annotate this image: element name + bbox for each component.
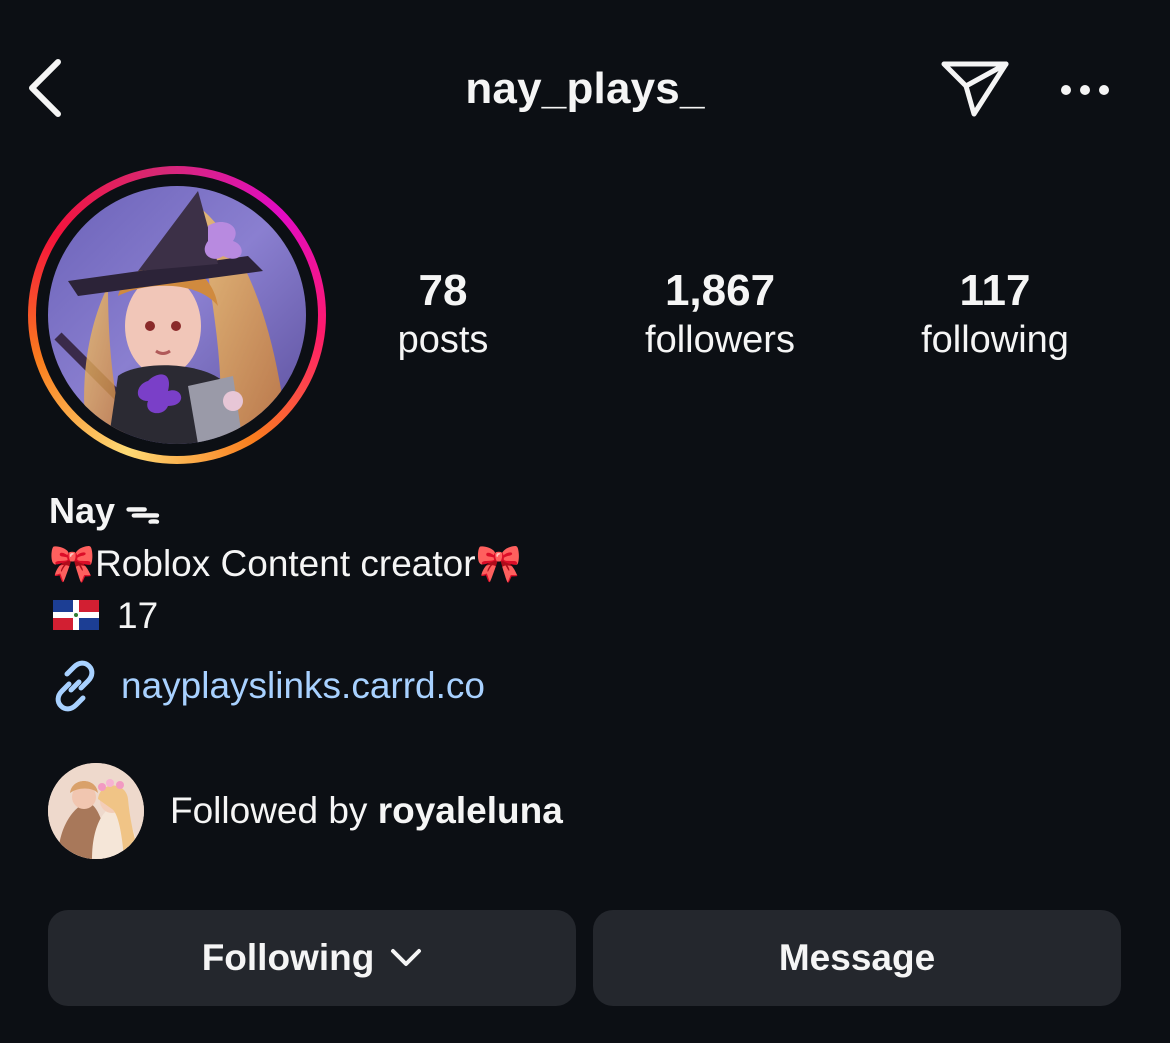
followers-count: 1,867 <box>664 266 776 315</box>
followers-count-stat[interactable]: 1,867 followers <box>620 268 820 366</box>
bio-line-1: 🎀Roblox Content creator🎀 <box>49 543 522 584</box>
share-button[interactable] <box>938 56 1012 122</box>
link-icon <box>55 660 95 712</box>
followed-by-text: Followed by royaleluna <box>170 790 563 832</box>
more-options-button[interactable] <box>1056 70 1116 110</box>
profile-avatar-story-ring[interactable] <box>28 166 326 464</box>
bio-line-2: 17 <box>49 590 849 642</box>
following-button-label: Following <box>201 937 375 978</box>
chevron-down-icon <box>391 949 422 966</box>
posts-label: posts <box>397 319 489 361</box>
mutual-follower-avatar <box>48 763 144 859</box>
posts-count: 78 <box>418 266 468 315</box>
message-button-label: Message <box>778 937 936 978</box>
following-button[interactable]: Following <box>48 910 576 1006</box>
top-navigation-bar: nay_plays_ <box>0 0 1170 170</box>
bio-link-text: nayplayslinks.carrd.co <box>121 665 485 706</box>
ellipsis-icon <box>1061 85 1109 95</box>
paper-plane-icon <box>941 61 1009 117</box>
message-button[interactable]: Message <box>593 910 1121 1006</box>
bio-link[interactable]: nayplayslinks.carrd.co <box>49 658 485 714</box>
following-label: following <box>921 319 1069 361</box>
display-name: Nay ᯓ <box>49 490 161 531</box>
followed-by-row[interactable]: Followed by royaleluna <box>48 762 563 860</box>
dominican-republic-flag-icon <box>53 600 99 630</box>
following-count: 117 <box>959 266 1031 315</box>
profile-avatar <box>48 186 306 444</box>
followed-by-prefix: Followed by <box>170 790 378 831</box>
bio-age: 17 <box>117 595 159 636</box>
following-count-stat[interactable]: 117 following <box>900 268 1090 366</box>
followers-label: followers <box>645 319 795 361</box>
followed-by-username[interactable]: royaleluna <box>378 790 563 831</box>
posts-count-stat[interactable]: 78 posts <box>352 268 534 366</box>
profile-bio: Nay ᯓ 🎀Roblox Content creator🎀 17 <box>49 486 849 642</box>
